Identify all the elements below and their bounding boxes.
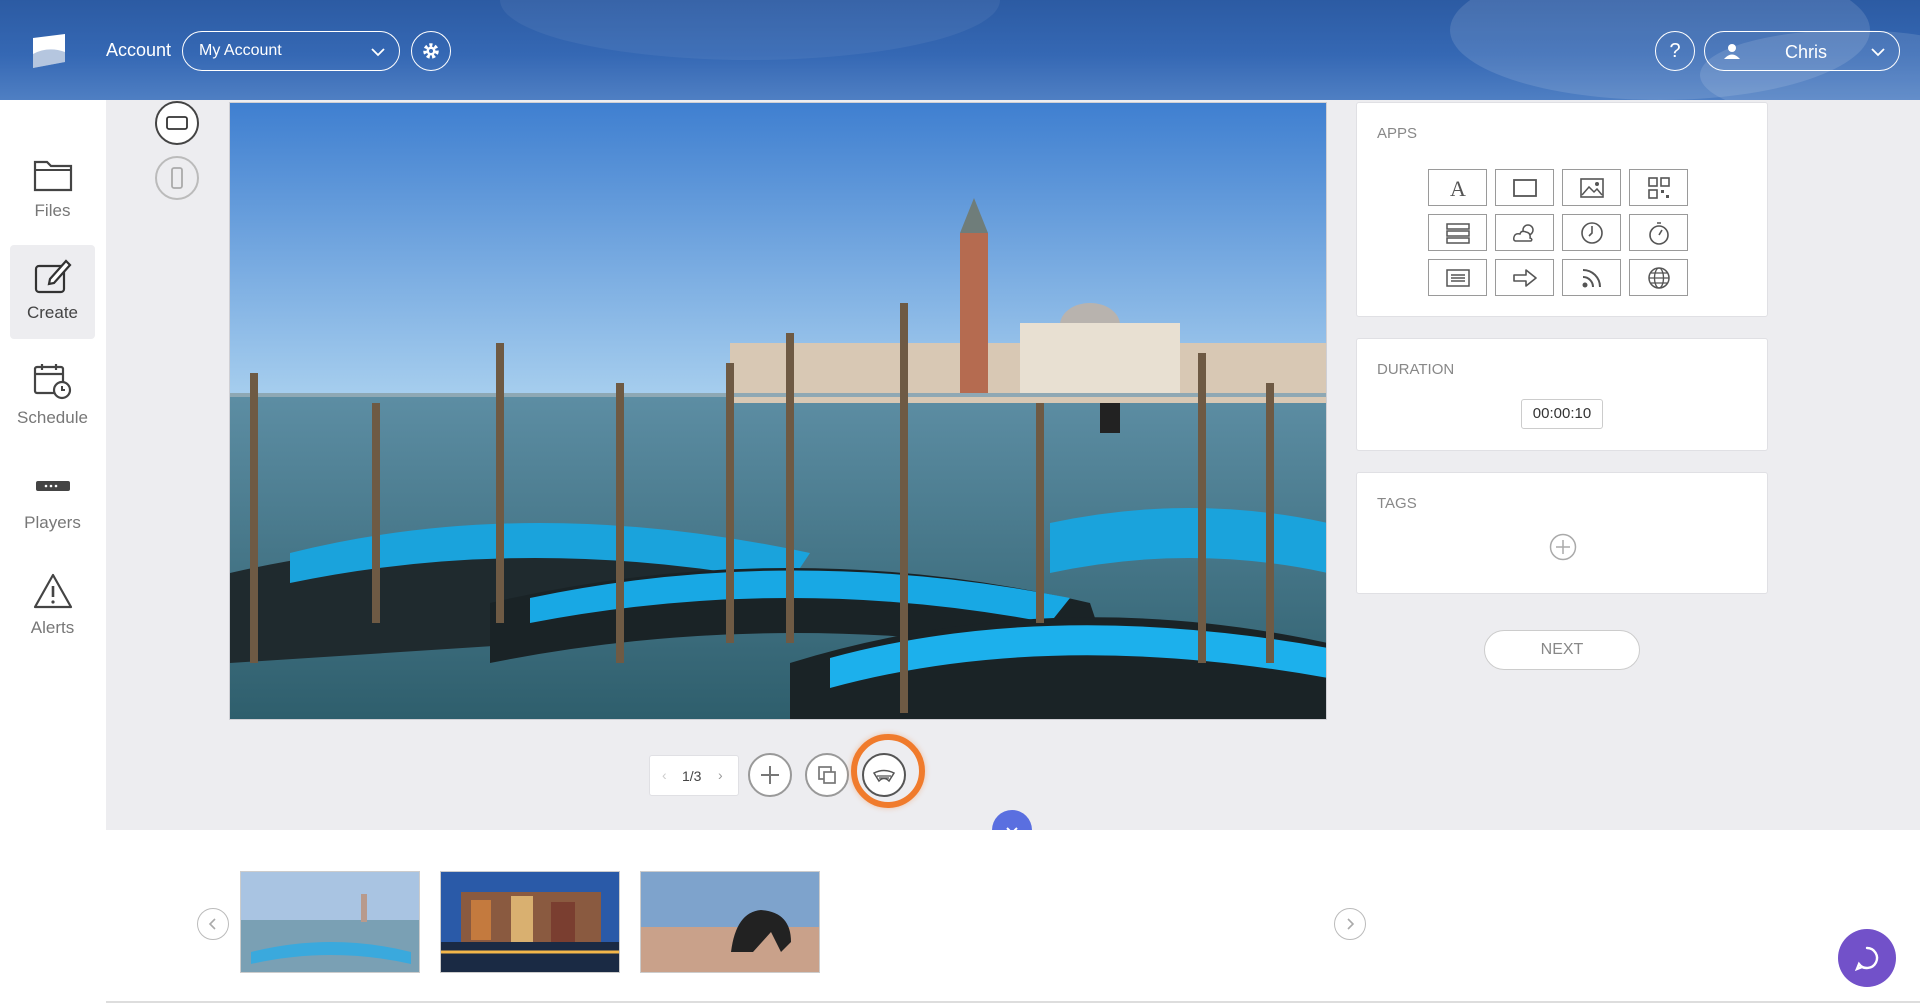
- gear-icon: [423, 43, 439, 59]
- filmstrip-prev-button[interactable]: [197, 908, 229, 940]
- arrow-icon: [1512, 268, 1537, 287]
- settings-button[interactable]: [411, 31, 451, 71]
- chat-bubble-icon: [1854, 946, 1879, 972]
- app-text-button[interactable]: A: [1428, 169, 1487, 206]
- svg-text:A: A: [1450, 176, 1466, 200]
- slide-thumbnail[interactable]: [240, 871, 420, 973]
- add-slide-button[interactable]: [748, 753, 792, 797]
- app-qr-code-button[interactable]: [1629, 169, 1688, 206]
- help-label: ?: [1669, 39, 1681, 62]
- slide-thumbnail[interactable]: [640, 871, 820, 973]
- text-icon: A: [1450, 176, 1466, 200]
- portrait-orientation-button[interactable]: [155, 156, 199, 200]
- calendar-clock-icon: [33, 364, 71, 400]
- app-logo-icon[interactable]: [30, 32, 68, 70]
- sidebar-nav: Files Create Schedule Players Alerts: [0, 100, 106, 1003]
- user-icon: [1724, 44, 1740, 59]
- weather-icon: [1512, 223, 1534, 242]
- slide-canvas[interactable]: [229, 102, 1327, 720]
- timer-icon: [1648, 221, 1669, 245]
- clock-icon: [1580, 221, 1603, 244]
- apps-grid: A: [1396, 169, 1720, 296]
- app-table-button[interactable]: [1428, 214, 1487, 251]
- add-tag-icon[interactable]: [1549, 533, 1577, 561]
- sidebar-item-label: Files: [34, 201, 71, 220]
- duration-input[interactable]: 00:00:10: [1521, 399, 1603, 429]
- tags-title: TAGS: [1377, 495, 1417, 512]
- duplicate-slide-button[interactable]: [805, 753, 849, 797]
- user-name: Chris: [1785, 42, 1828, 62]
- thumbnail-image: [441, 872, 619, 972]
- rectangle-icon: [1512, 178, 1537, 197]
- slide-image: [230, 103, 1326, 719]
- apps-panel: APPS A: [1356, 102, 1768, 317]
- user-menu-button[interactable]: Chris: [1704, 31, 1900, 71]
- app-web-button[interactable]: [1629, 259, 1688, 296]
- sidebar-item-alerts[interactable]: Alerts: [10, 560, 95, 654]
- qr-code-icon: [1647, 176, 1670, 199]
- edit-icon: [34, 259, 72, 294]
- app-clock-button[interactable]: [1562, 214, 1621, 251]
- app-weather-button[interactable]: [1495, 214, 1554, 251]
- help-button[interactable]: ?: [1655, 31, 1695, 71]
- sidebar-item-label: Alerts: [30, 618, 75, 637]
- table-icon: [1445, 222, 1470, 244]
- chevron-right-icon: [1347, 918, 1355, 930]
- landscape-orientation-button[interactable]: [155, 101, 199, 145]
- prev-slide-button[interactable]: ‹: [662, 767, 667, 783]
- chat-support-button[interactable]: [1838, 929, 1896, 987]
- warning-icon: [33, 573, 72, 609]
- folder-icon: [33, 160, 72, 192]
- top-header: Account My Account ? Chris: [0, 0, 1920, 100]
- transition-button[interactable]: [862, 753, 906, 797]
- rss-icon: [1582, 268, 1601, 287]
- next-button[interactable]: NEXT: [1484, 630, 1640, 670]
- image-icon: [1579, 177, 1604, 198]
- transition-icon: [872, 769, 896, 783]
- slide-thumbnail[interactable]: [440, 871, 620, 973]
- duration-title: DURATION: [1377, 361, 1455, 378]
- sidebar-item-schedule[interactable]: Schedule: [10, 350, 95, 444]
- account-label: Account: [106, 40, 172, 60]
- app-rectangle-button[interactable]: [1495, 169, 1554, 206]
- sidebar-item-label: Create: [26, 303, 79, 322]
- sidebar-item-files[interactable]: Files: [10, 145, 95, 239]
- slide-pager: ‹ 1/3 ›: [649, 755, 739, 796]
- account-select-value: My Account: [199, 42, 282, 59]
- duration-panel: DURATION 00:00:10: [1356, 338, 1768, 451]
- app-rss-button[interactable]: [1562, 259, 1621, 296]
- copy-icon: [818, 766, 836, 784]
- chevron-down-icon: [371, 48, 385, 57]
- next-slide-button[interactable]: ›: [718, 767, 723, 783]
- account-select[interactable]: My Account: [182, 31, 400, 71]
- plus-icon: [761, 766, 779, 784]
- app-timer-button[interactable]: [1629, 214, 1688, 251]
- app-list-button[interactable]: [1428, 259, 1487, 296]
- sidebar-item-players[interactable]: Players: [10, 455, 95, 549]
- thumbnail-image: [641, 872, 819, 972]
- app-arrow-button[interactable]: [1495, 259, 1554, 296]
- filmstrip-next-button[interactable]: [1334, 908, 1366, 940]
- sidebar-item-create[interactable]: Create: [10, 245, 95, 339]
- chevron-down-icon: [1871, 48, 1885, 57]
- thumbnail-image: [241, 872, 419, 972]
- app-image-button[interactable]: [1562, 169, 1621, 206]
- landscape-icon: [166, 116, 188, 130]
- chevron-left-icon: [208, 918, 216, 930]
- sidebar-item-label: Schedule: [17, 408, 88, 427]
- slide-counter: 1/3: [682, 768, 702, 784]
- tags-panel: TAGS: [1356, 472, 1768, 594]
- apps-title: APPS: [1377, 125, 1418, 142]
- sidebar-item-label: Players: [24, 513, 81, 532]
- web-icon: [1647, 266, 1670, 289]
- portrait-icon: [171, 167, 183, 189]
- player-device-icon: [35, 481, 70, 491]
- list-icon: [1445, 268, 1470, 287]
